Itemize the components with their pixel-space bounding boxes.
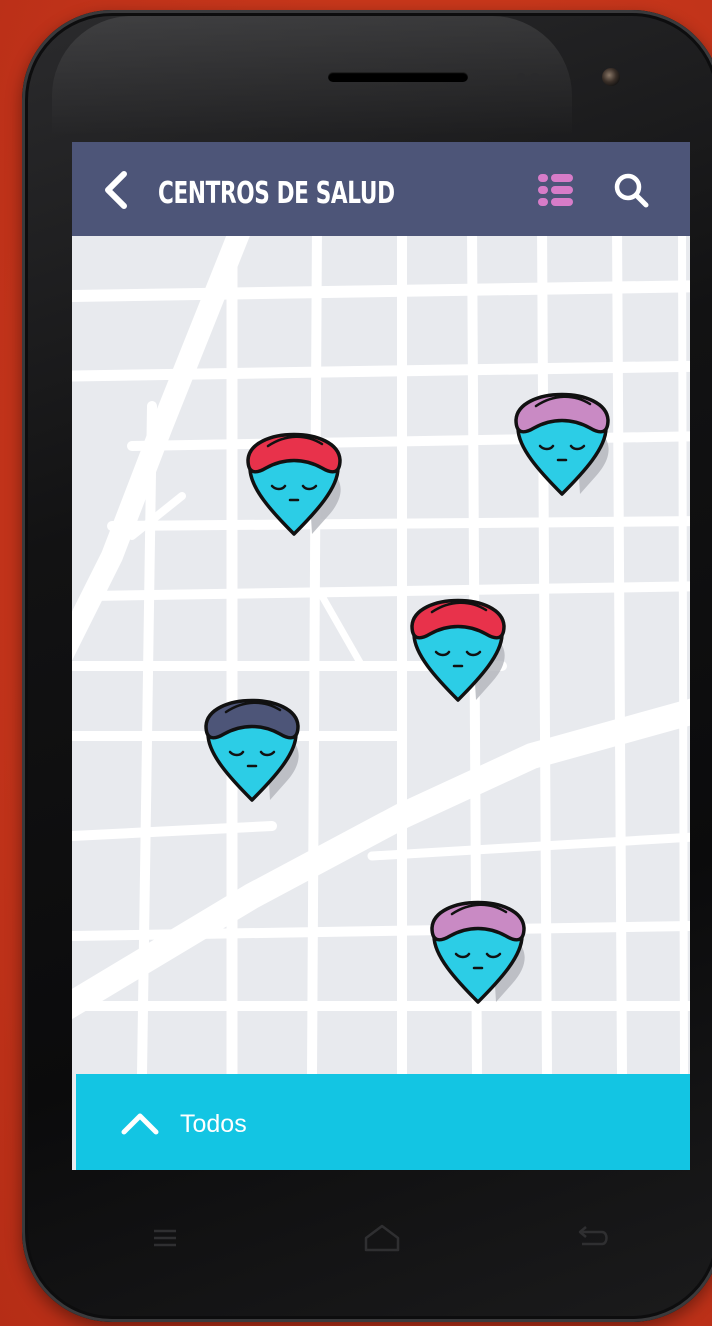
health-center-pin-icon xyxy=(246,432,342,536)
back-button[interactable] xyxy=(98,168,138,212)
phone-gloss xyxy=(52,16,572,136)
street-map xyxy=(72,236,690,1074)
health-center-pin-icon xyxy=(430,900,526,1004)
chevron-left-icon xyxy=(105,171,127,209)
list-icon xyxy=(538,174,573,206)
menu-icon[interactable] xyxy=(150,1226,180,1250)
app-bar: CENTROS DE SALUD xyxy=(72,142,690,236)
map-marker-navy[interactable] xyxy=(200,682,320,842)
app-screen: CENTROS DE SALUD Todos xyxy=(72,142,690,1170)
health-center-pin-icon xyxy=(410,598,506,702)
chevron-up-icon xyxy=(121,1113,159,1135)
search-icon xyxy=(614,173,649,208)
filter-bar[interactable]: Todos xyxy=(76,1074,690,1170)
map-view[interactable] xyxy=(72,236,690,1074)
map-marker-purple-2[interactable] xyxy=(426,884,546,1044)
speaker-grille xyxy=(328,72,468,82)
home-icon[interactable] xyxy=(360,1220,404,1256)
front-camera xyxy=(602,68,620,86)
filter-label: Todos xyxy=(180,1110,247,1138)
list-view-button[interactable] xyxy=(536,170,576,210)
search-button[interactable] xyxy=(610,170,658,214)
health-center-pin-icon xyxy=(514,392,610,496)
sensor-dot xyxy=(531,73,539,81)
back-arrow-icon[interactable] xyxy=(572,1222,612,1254)
health-center-pin-icon xyxy=(204,698,300,802)
background: CENTROS DE SALUD Todos xyxy=(0,0,712,1326)
map-marker-purple-1[interactable] xyxy=(510,376,630,536)
sensor-dot xyxy=(517,73,525,81)
page-title: CENTROS DE SALUD xyxy=(158,176,395,211)
map-marker-red-1[interactable] xyxy=(242,416,362,576)
map-marker-red-2[interactable] xyxy=(406,582,526,742)
